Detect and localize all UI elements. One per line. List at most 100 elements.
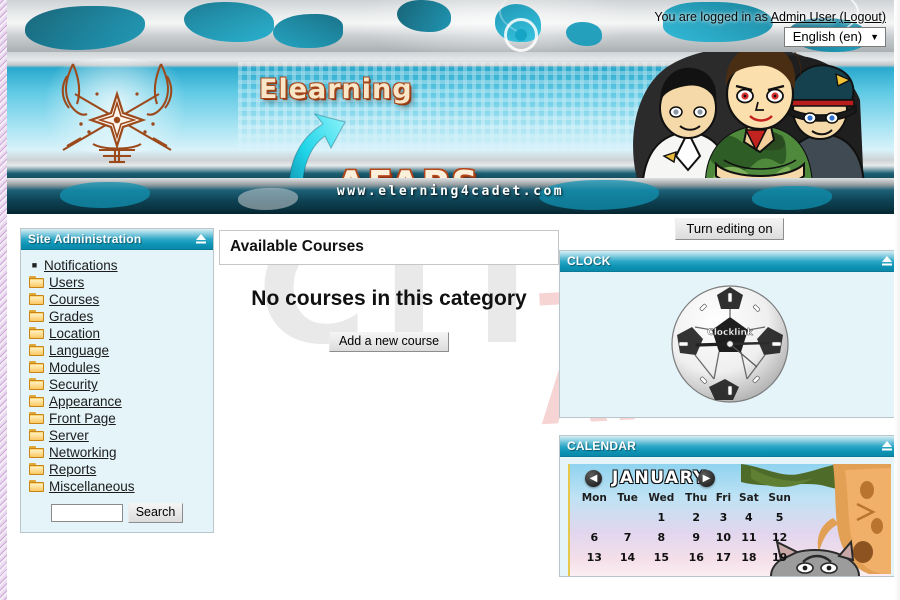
collapse-icon[interactable] bbox=[195, 232, 207, 246]
sidebar-item-users[interactable]: Users bbox=[29, 274, 205, 291]
calendar-day-cell[interactable]: 12 bbox=[763, 528, 796, 548]
sidebar-item-label[interactable]: Reports bbox=[49, 462, 96, 477]
map-continent bbox=[273, 14, 344, 48]
sidebar-item-label[interactable]: Miscellaneous bbox=[49, 479, 135, 494]
sidebar-item-label[interactable]: Notifications bbox=[44, 258, 118, 273]
site-administration-block-body: ■ Notifications Users Courses Grades Loc… bbox=[21, 250, 213, 532]
folder-icon bbox=[29, 327, 45, 340]
content-area: CIT -ANIME Site Administration ■ Notific… bbox=[7, 214, 894, 600]
search-input[interactable] bbox=[50, 504, 123, 522]
calendar-day-cell[interactable]: 8 bbox=[643, 528, 681, 548]
calendar-weekday: Sat bbox=[739, 492, 759, 504]
calendar-day-cell[interactable]: 17 bbox=[712, 548, 734, 568]
calendar-day-cell[interactable]: 13 bbox=[576, 548, 613, 568]
folder-icon bbox=[29, 429, 45, 442]
sidebar-item-front-page[interactable]: Front Page bbox=[29, 410, 205, 427]
calendar-day-cell[interactable]: 6 bbox=[576, 528, 613, 548]
sidebar-item-appearance[interactable]: Appearance bbox=[29, 393, 205, 410]
sidebar-item-label[interactable]: Courses bbox=[49, 292, 99, 307]
calendar-day-cell[interactable] bbox=[576, 508, 613, 528]
calendar-day-cell[interactable]: 7 bbox=[613, 528, 643, 548]
calendar-day-cell[interactable]: 3 bbox=[712, 508, 734, 528]
sidebar-item-label[interactable]: Location bbox=[49, 326, 100, 341]
folder-icon bbox=[29, 361, 45, 374]
login-prefix-label: You are logged in as bbox=[654, 10, 768, 24]
banner-title-elearning: Elearning bbox=[259, 74, 413, 105]
clock-brand-label: Clocklink bbox=[707, 328, 754, 338]
calendar-day-cell[interactable]: 15 bbox=[643, 548, 681, 568]
sidebar-item-miscellaneous[interactable]: Miscellaneous bbox=[29, 478, 205, 495]
calendar-week-row: 1 2 3 4 5 bbox=[576, 508, 796, 528]
calendar-day-cell[interactable]: 11 bbox=[735, 528, 764, 548]
collapse-icon[interactable] bbox=[881, 439, 893, 453]
sidebar-item-security[interactable]: Security bbox=[29, 376, 205, 393]
map-continent bbox=[184, 2, 275, 42]
page-right-border-decoration bbox=[894, 0, 900, 600]
calendar-weekday: Sun bbox=[768, 492, 791, 504]
calendar-day-cell[interactable]: 16 bbox=[680, 548, 712, 568]
user-profile-link[interactable]: Admin User bbox=[771, 10, 836, 24]
sidebar-item-server[interactable]: Server bbox=[29, 427, 205, 444]
sidebar-item-modules[interactable]: Modules bbox=[29, 359, 205, 376]
soccer-ball-clock-icon: Clocklink bbox=[669, 283, 791, 405]
world-map-top-strip bbox=[7, 0, 894, 52]
calendar-day-cell[interactable] bbox=[613, 508, 643, 528]
page-left-border-decoration bbox=[0, 0, 7, 600]
calendar-block-title: CALENDAR bbox=[567, 439, 636, 453]
calendar-day-cell[interactable]: 18 bbox=[735, 548, 764, 568]
calendar-block-header: CALENDAR bbox=[560, 436, 894, 457]
folder-icon bbox=[29, 395, 45, 408]
add-course-button-wrap: Add a new course bbox=[219, 332, 559, 352]
search-button[interactable]: Search bbox=[127, 503, 184, 523]
folder-icon bbox=[29, 378, 45, 391]
calendar-week-row: 13 14 15 16 17 18 19 bbox=[576, 548, 796, 568]
logout-link[interactable]: (Logout) bbox=[839, 10, 886, 24]
calendar-block: CALENDAR ◀ JANUARY ▶ Mon Tue Wed Thu Fri… bbox=[559, 435, 894, 577]
turn-editing-on-button[interactable]: Turn editing on bbox=[675, 218, 784, 240]
calendar-weekday: Mon bbox=[581, 492, 607, 504]
sidebar-item-label[interactable]: Networking bbox=[49, 445, 117, 460]
sidebar-item-label[interactable]: Security bbox=[49, 377, 98, 392]
sidebar-item-networking[interactable]: Networking bbox=[29, 444, 205, 461]
sidebar-item-label[interactable]: Language bbox=[49, 343, 109, 358]
calendar-day-cell[interactable]: 4 bbox=[735, 508, 764, 528]
sidebar-item-label[interactable]: Grades bbox=[49, 309, 93, 324]
calendar-widget: ◀ JANUARY ▶ Mon Tue Wed Thu Fri Sat Sun … bbox=[568, 464, 891, 576]
calendar-day-cell[interactable]: 9 bbox=[680, 528, 712, 548]
folder-icon bbox=[29, 344, 45, 357]
calendar-day-cell[interactable]: 14 bbox=[613, 548, 643, 568]
calendar-day-cell[interactable]: 10 bbox=[712, 528, 734, 548]
admin-search-row: Search bbox=[29, 503, 205, 523]
sidebar-item-courses[interactable]: Courses bbox=[29, 291, 205, 308]
collapse-icon[interactable] bbox=[881, 254, 893, 268]
sidebar-item-location[interactable]: Location bbox=[29, 325, 205, 342]
add-new-course-button[interactable]: Add a new course bbox=[328, 332, 450, 352]
clock-block-header: CLOCK bbox=[560, 251, 894, 272]
clock-block-body: Clocklink bbox=[560, 272, 894, 417]
right-column: Turn editing on CLOCK Clocklink CALENDAR… bbox=[559, 218, 894, 594]
center-column: Available Courses No courses in this cat… bbox=[219, 230, 559, 352]
left-column: Site Administration ■ Notifications User… bbox=[20, 228, 214, 550]
sidebar-item-label[interactable]: Appearance bbox=[49, 394, 122, 409]
sidebar-item-label[interactable]: Front Page bbox=[49, 411, 116, 426]
calendar-day-cell[interactable]: 1 bbox=[643, 508, 681, 528]
sidebar-item-reports[interactable]: Reports bbox=[29, 461, 205, 478]
sidebar-item-label[interactable]: Server bbox=[49, 428, 89, 443]
admin-nav-list: ■ Notifications Users Courses Grades Loc… bbox=[29, 257, 205, 495]
sidebar-item-label[interactable]: Modules bbox=[49, 360, 100, 375]
sidebar-item-notifications[interactable]: ■ Notifications bbox=[29, 257, 205, 274]
sidebar-item-language[interactable]: Language bbox=[29, 342, 205, 359]
calendar-day-cell[interactable]: 5 bbox=[763, 508, 796, 528]
calendar-day-cell[interactable]: 19 bbox=[763, 548, 796, 568]
page-root: You are logged in as Admin User (Logout)… bbox=[0, 0, 900, 600]
cadet-characters-illustration bbox=[614, 52, 892, 184]
sidebar-item-grades[interactable]: Grades bbox=[29, 308, 205, 325]
calendar-weekday: Tue bbox=[617, 492, 638, 504]
language-select[interactable]: English (en) ▼ bbox=[783, 27, 886, 47]
map-continent bbox=[397, 0, 452, 32]
calendar-prev-month-button[interactable]: ◀ bbox=[585, 470, 602, 487]
calendar-day-cell[interactable]: 2 bbox=[680, 508, 712, 528]
calendar-next-month-button[interactable]: ▶ bbox=[698, 470, 715, 487]
sidebar-item-label[interactable]: Users bbox=[49, 275, 84, 290]
chevron-down-icon: ▼ bbox=[870, 31, 879, 42]
